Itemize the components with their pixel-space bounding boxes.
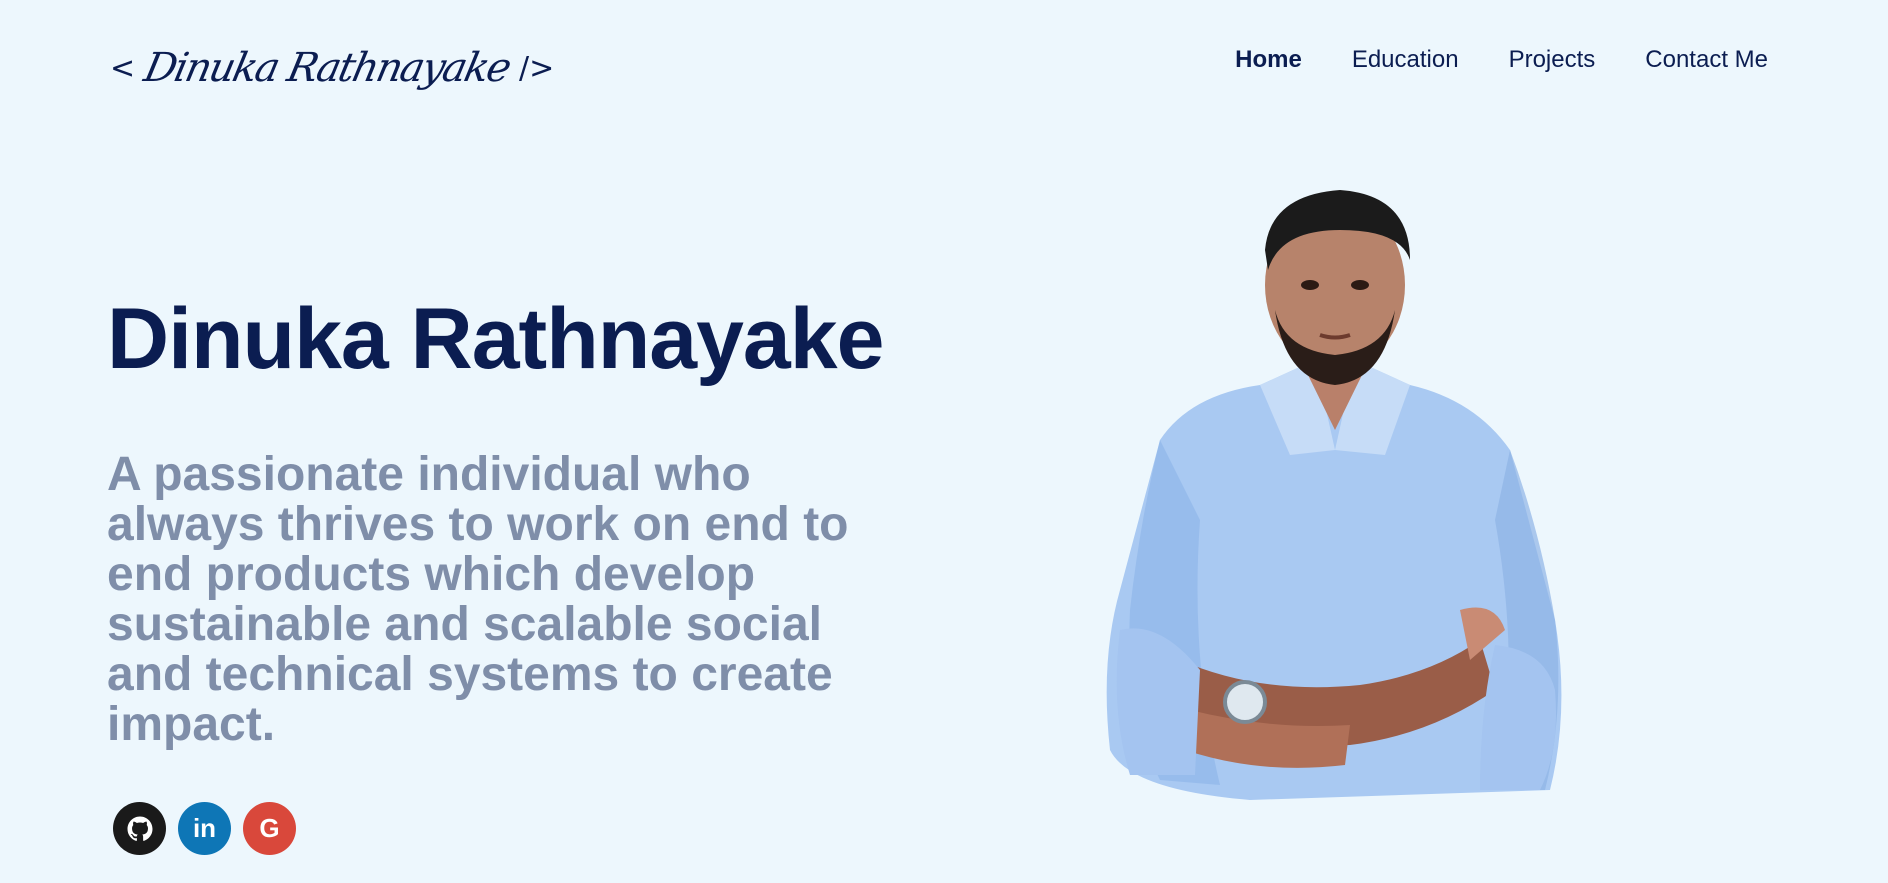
github-link[interactable] <box>113 802 166 855</box>
hero-title: Dinuka Rathnayake <box>107 291 884 387</box>
google-icon: G <box>259 813 280 843</box>
logo-signature: Dinuka Rathnayake <box>140 45 514 91</box>
nav-home[interactable]: Home <box>1235 46 1302 74</box>
portrait-illustration <box>1106 190 1562 800</box>
logo-open-bracket: < <box>110 50 136 86</box>
nav-projects[interactable]: Projects <box>1509 46 1596 74</box>
header: < Dinuka Rathnayake /> Home Education Pr… <box>0 0 1888 130</box>
logo-close-bracket: /> <box>519 50 555 86</box>
google-link[interactable]: G <box>243 802 296 855</box>
hero-description: A passionate individual who always thriv… <box>107 448 849 751</box>
linkedin-icon: in <box>192 813 217 843</box>
social-links: in G <box>113 802 296 855</box>
nav-contact-me[interactable]: Contact Me <box>1645 46 1768 74</box>
logo[interactable]: < Dinuka Rathnayake /> <box>110 28 554 108</box>
nav-education[interactable]: Education <box>1352 46 1459 74</box>
linkedin-link[interactable]: in <box>178 802 231 855</box>
main-nav: Home Education Projects Contact Me <box>1235 46 1768 74</box>
github-icon <box>125 814 155 844</box>
